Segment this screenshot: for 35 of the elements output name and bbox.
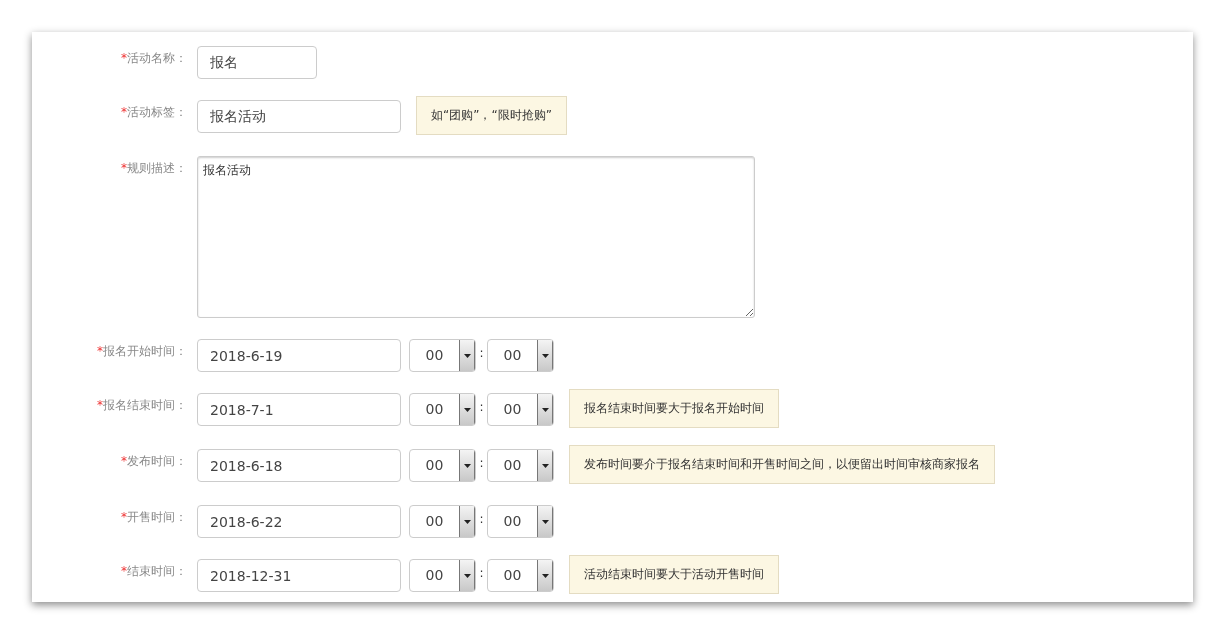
field-label: *结束时间： — [120, 563, 188, 580]
field-label: *活动标签： — [120, 104, 188, 121]
date-field[interactable]: 2018-7-1 — [197, 393, 401, 426]
minute-select[interactable]: 00 — [487, 449, 554, 482]
hour-select[interactable]: 00 — [409, 559, 476, 592]
time-separator: : — [478, 511, 485, 528]
field-label: *发布时间： — [120, 453, 188, 470]
date-field[interactable]: 2018-6-19 — [197, 339, 401, 372]
hint-box: 如“团购”，“限时抢购” — [416, 96, 567, 135]
field-label: *规则描述： — [120, 160, 188, 177]
hour-select[interactable]: 00 — [409, 393, 476, 426]
field-label: *报名开始时间： — [96, 343, 188, 360]
minute-select[interactable]: 00 — [487, 339, 554, 372]
time-separator: : — [478, 455, 485, 472]
field-label: *活动名称： — [120, 50, 188, 67]
hour-select[interactable]: 00 — [409, 339, 476, 372]
hint-box: 报名结束时间要大于报名开始时间 — [569, 389, 779, 428]
text-field[interactable]: 报名 — [197, 46, 317, 79]
hint-box: 发布时间要介于报名结束时间和开售时间之间，以便留出时间审核商家报名 — [569, 445, 995, 484]
minute-select[interactable]: 00 — [487, 393, 554, 426]
time-separator: : — [478, 565, 485, 582]
field-label: *开售时间： — [120, 509, 188, 526]
date-field[interactable]: 2018-6-22 — [197, 505, 401, 538]
field-label: *报名结束时间： — [96, 397, 188, 414]
minute-select[interactable]: 00 — [487, 559, 554, 592]
text-field[interactable]: 报名活动 — [197, 100, 401, 133]
hour-select[interactable]: 00 — [409, 449, 476, 482]
hour-select[interactable]: 00 — [409, 505, 476, 538]
hint-box: 活动结束时间要大于活动开售时间 — [569, 555, 779, 594]
date-field[interactable]: 2018-6-18 — [197, 449, 401, 482]
minute-select[interactable]: 00 — [487, 505, 554, 538]
date-field[interactable]: 2018-12-31 — [197, 559, 401, 592]
description-textarea[interactable]: 报名活动 — [197, 156, 755, 318]
time-separator: : — [478, 399, 485, 416]
time-separator: : — [478, 345, 485, 362]
